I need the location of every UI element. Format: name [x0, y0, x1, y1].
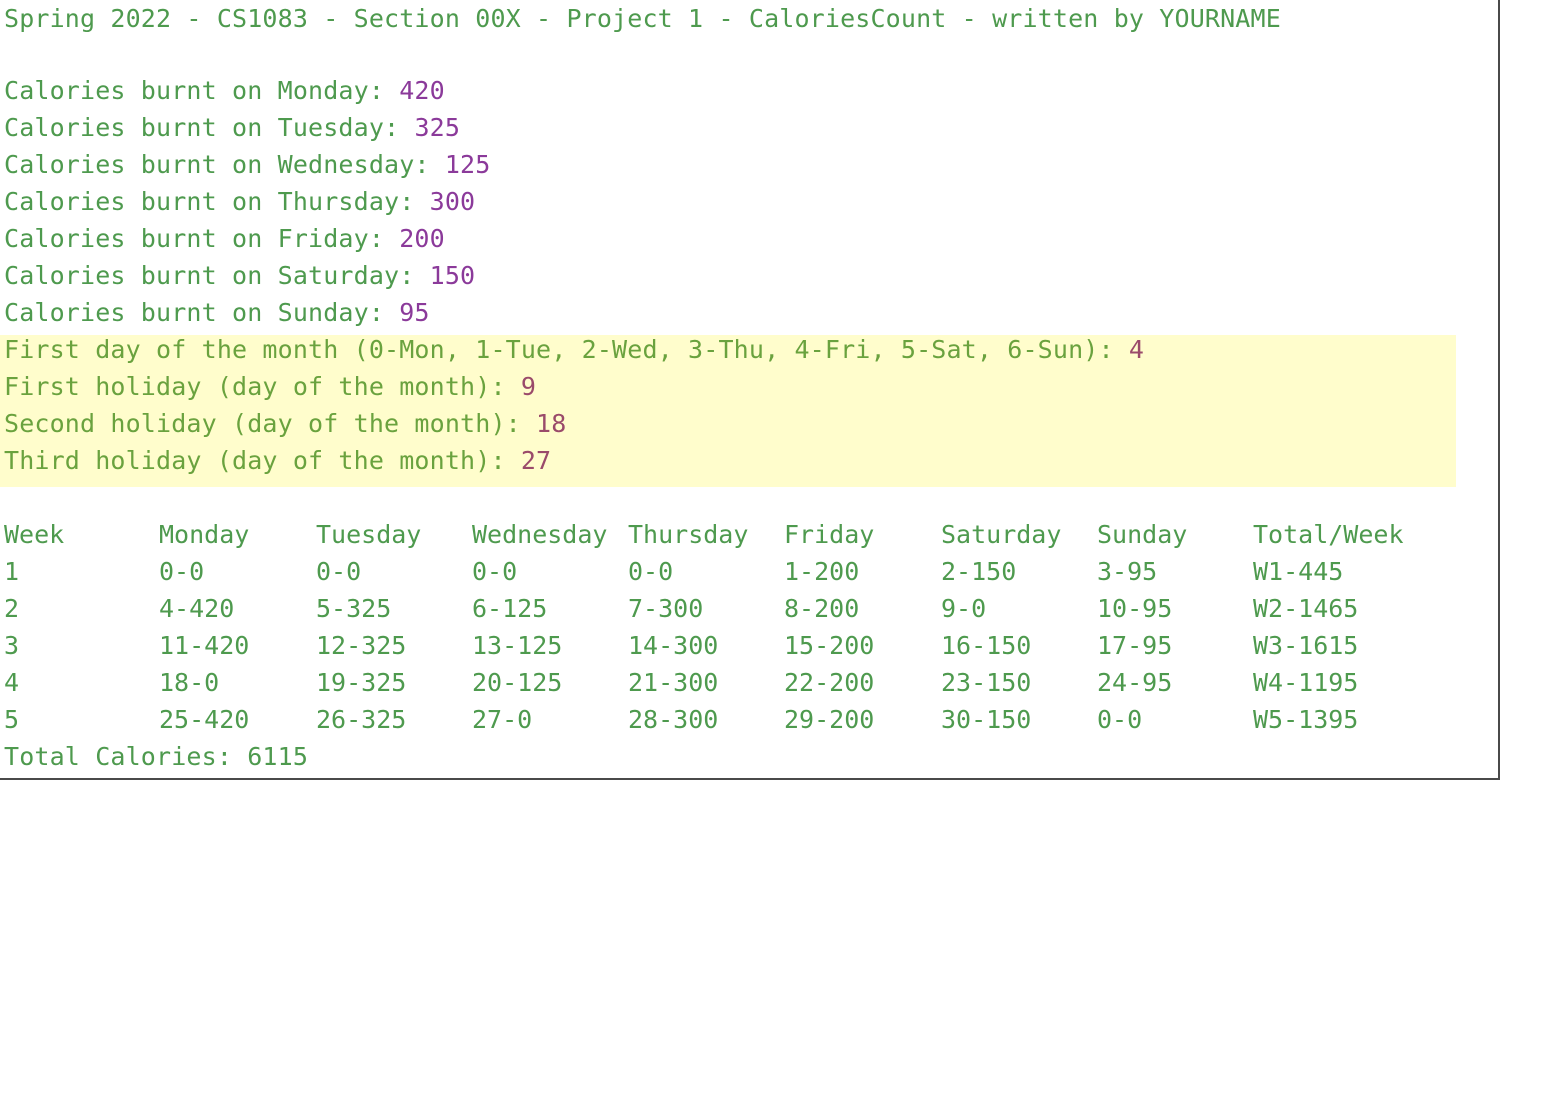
- cell-thursday: 28-300: [628, 705, 719, 734]
- cell-tuesday: 26-325: [316, 705, 407, 734]
- week-number: 5: [4, 705, 20, 734]
- header-friday: Friday: [784, 520, 875, 549]
- calorie-prompt: Calories burnt on Wednesday:: [4, 150, 445, 179]
- calorie-prompt: Calories burnt on Monday:: [4, 76, 400, 105]
- calorie-prompt: Calories burnt on Tuesday:: [4, 113, 415, 142]
- header-wednesday: Wednesday: [472, 520, 608, 549]
- month-value: 4: [1128, 335, 1145, 364]
- table-row: 2 4-420 5-325 6-125 7-300 8-200 9-0 10-9…: [4, 590, 1358, 627]
- calorie-input-tuesday: Calories burnt on Tuesday: 325: [4, 109, 460, 146]
- cell-wednesday: 13-125: [472, 631, 563, 660]
- header-thursday: Thursday: [628, 520, 749, 549]
- month-prompt: Second holiday (day of the month):: [4, 409, 537, 438]
- calorie-input-friday: Calories burnt on Friday: 200: [4, 220, 445, 257]
- cell-saturday: 9-0: [941, 594, 987, 623]
- calorie-value: 150: [429, 261, 476, 290]
- cell-total-week: W3-1615: [1253, 631, 1359, 660]
- cell-wednesday: 6-125: [472, 594, 548, 623]
- cell-tuesday: 19-325: [316, 668, 407, 697]
- second-holiday-input: Second holiday (day of the month): 18: [4, 405, 566, 442]
- week-number: 3: [4, 631, 20, 660]
- cell-monday: 0-0: [159, 557, 205, 586]
- cell-sunday: 24-95: [1097, 668, 1173, 697]
- cell-friday: 8-200: [784, 594, 860, 623]
- calorie-input-sunday: Calories burnt on Sunday: 95: [4, 294, 430, 331]
- table-row: 3 11-420 12-325 13-125 14-300 15-200 16-…: [4, 627, 1358, 664]
- cell-total-week: W5-1395: [1253, 705, 1359, 734]
- cell-sunday: 10-95: [1097, 594, 1173, 623]
- calorie-prompt: Calories burnt on Thursday:: [4, 187, 430, 216]
- header-sunday: Sunday: [1097, 520, 1188, 549]
- cell-thursday: 14-300: [628, 631, 719, 660]
- calorie-input-wednesday: Calories burnt on Wednesday: 125: [4, 146, 490, 183]
- month-value: 9: [520, 372, 537, 401]
- cell-thursday: 7-300: [628, 594, 704, 623]
- cell-tuesday: 5-325: [316, 594, 392, 623]
- cell-sunday: 17-95: [1097, 631, 1173, 660]
- cell-saturday: 30-150: [941, 705, 1032, 734]
- cell-total-week: W1-445: [1253, 557, 1344, 586]
- cell-friday: 1-200: [784, 557, 860, 586]
- cell-thursday: 21-300: [628, 668, 719, 697]
- cell-tuesday: 12-325: [316, 631, 407, 660]
- cell-total-week: W2-1465: [1253, 594, 1359, 623]
- calorie-value: 200: [399, 224, 445, 253]
- header-tuesday: Tuesday: [316, 520, 422, 549]
- calorie-input-saturday: Calories burnt on Saturday: 150: [4, 257, 475, 294]
- month-prompt: First holiday (day of the month):: [4, 372, 521, 401]
- total-value: 6115: [247, 742, 309, 771]
- calorie-input-thursday: Calories burnt on Thursday: 300: [4, 183, 475, 220]
- program-title: Spring 2022 - CS1083 - Section 00X - Pro…: [4, 4, 1281, 33]
- cell-friday: 29-200: [784, 705, 875, 734]
- cell-wednesday: 0-0: [472, 557, 518, 586]
- header-week: Week: [4, 520, 65, 549]
- calorie-prompt: Calories burnt on Sunday:: [4, 298, 400, 327]
- cell-monday: 25-420: [159, 705, 250, 734]
- calorie-value: 420: [399, 76, 445, 105]
- third-holiday-input: Third holiday (day of the month): 27: [4, 442, 551, 479]
- cell-total-week: W4-1195: [1253, 668, 1359, 697]
- cell-wednesday: 27-0: [472, 705, 533, 734]
- cell-wednesday: 20-125: [472, 668, 563, 697]
- cell-sunday: 3-95: [1097, 557, 1158, 586]
- month-prompt: Third holiday (day of the month):: [4, 446, 521, 475]
- cell-sunday: 0-0: [1097, 705, 1143, 734]
- table-row: 5 25-420 26-325 27-0 28-300 29-200 30-15…: [4, 701, 1358, 738]
- calorie-prompt: Calories burnt on Friday:: [4, 224, 400, 253]
- cell-monday: 18-0: [159, 668, 220, 697]
- week-number: 1: [4, 557, 20, 586]
- cell-thursday: 0-0: [628, 557, 674, 586]
- calorie-value: 325: [414, 113, 461, 142]
- month-value: 27: [520, 446, 552, 475]
- total-calories: Total Calories: 6115: [4, 738, 308, 775]
- calorie-value: 125: [444, 150, 491, 179]
- week-number: 4: [4, 668, 20, 697]
- cell-monday: 4-420: [159, 594, 235, 623]
- console-output-window: Spring 2022 - CS1083 - Section 00X - Pro…: [0, 0, 1500, 780]
- header-saturday: Saturday: [941, 520, 1062, 549]
- cell-saturday: 16-150: [941, 631, 1032, 660]
- calorie-value: 300: [429, 187, 476, 216]
- table-header-row: Week Monday Tuesday Wednesday Thursday F…: [4, 516, 1404, 553]
- table-row: 1 0-0 0-0 0-0 0-0 1-200 2-150 3-95 W1-44…: [4, 553, 1343, 590]
- calorie-value: 95: [399, 298, 430, 327]
- calorie-prompt: Calories burnt on Saturday:: [4, 261, 430, 290]
- total-label: Total Calories:: [4, 742, 248, 771]
- month-value: 18: [536, 409, 567, 438]
- cell-friday: 15-200: [784, 631, 875, 660]
- cell-friday: 22-200: [784, 668, 875, 697]
- week-number: 2: [4, 594, 20, 623]
- cell-saturday: 23-150: [941, 668, 1032, 697]
- cell-monday: 11-420: [159, 631, 250, 660]
- calorie-input-monday: Calories burnt on Monday: 420: [4, 72, 445, 109]
- month-prompt: First day of the month (0-Mon, 1-Tue, 2-…: [4, 335, 1129, 364]
- first-holiday-input: First holiday (day of the month): 9: [4, 368, 536, 405]
- first-day-input: First day of the month (0-Mon, 1-Tue, 2-…: [4, 331, 1144, 368]
- header-total-week: Total/Week: [1253, 520, 1404, 549]
- cell-saturday: 2-150: [941, 557, 1017, 586]
- header-monday: Monday: [159, 520, 250, 549]
- cell-tuesday: 0-0: [316, 557, 362, 586]
- table-row: 4 18-0 19-325 20-125 21-300 22-200 23-15…: [4, 664, 1358, 701]
